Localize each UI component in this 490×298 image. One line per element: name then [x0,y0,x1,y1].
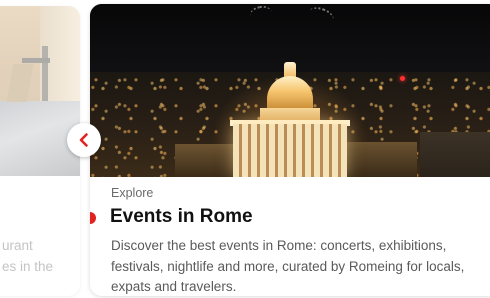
accent-marker [90,212,96,224]
card-title[interactable]: Events in Rome [110,206,253,228]
previous-card-text-line-2: es in the [2,259,54,274]
carousel-prev-button[interactable] [67,123,101,157]
events-in-rome-card[interactable]: Explore Events in Rome Discover the best… [90,4,490,296]
card-description: Discover the best events in Rome: concer… [111,238,465,294]
card-body: Explore Events in Rome Discover the best… [90,177,490,296]
previous-card[interactable]: urant es in the [0,6,80,296]
chevron-left-icon [79,133,88,147]
previous-card-image [0,6,80,176]
rome-night-image [90,4,490,177]
previous-card-text-line-1: urant [2,238,33,253]
card-eyebrow: Explore [111,186,154,200]
